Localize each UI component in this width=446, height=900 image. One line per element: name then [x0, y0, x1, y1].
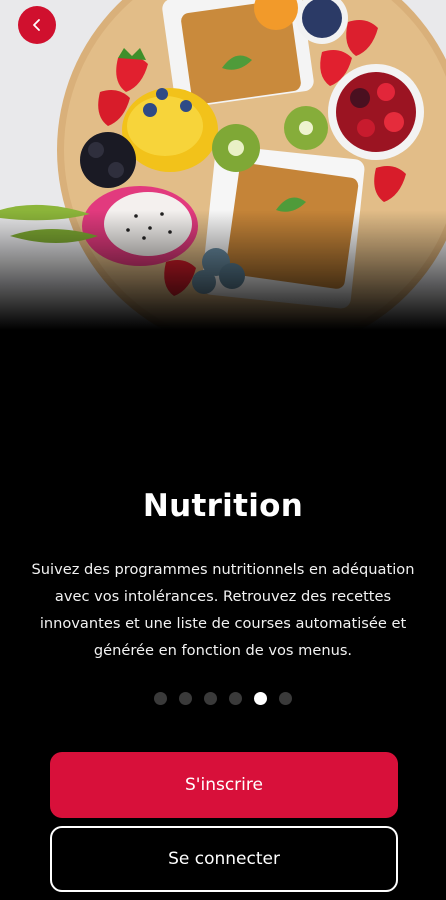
signup-button-label: S'inscrire — [185, 775, 263, 795]
page-dot-4[interactable] — [229, 692, 242, 705]
hero-image — [0, 0, 446, 330]
page-dot-5-active[interactable] — [254, 692, 267, 705]
signup-button[interactable]: S'inscrire — [50, 752, 398, 818]
pagination-dots — [0, 692, 446, 705]
chevron-left-icon — [33, 19, 40, 31]
page-dot-3[interactable] — [204, 692, 217, 705]
login-button-label: Se connecter — [168, 849, 280, 869]
page-description: Suivez des programmes nutritionnels en a… — [31, 561, 415, 659]
page-dot-1[interactable] — [154, 692, 167, 705]
page-dot-2[interactable] — [179, 692, 192, 705]
back-button[interactable] — [18, 6, 56, 44]
page-title: Nutrition — [142, 488, 304, 524]
login-button[interactable]: Se connecter — [50, 826, 398, 892]
page-dot-6[interactable] — [279, 692, 292, 705]
